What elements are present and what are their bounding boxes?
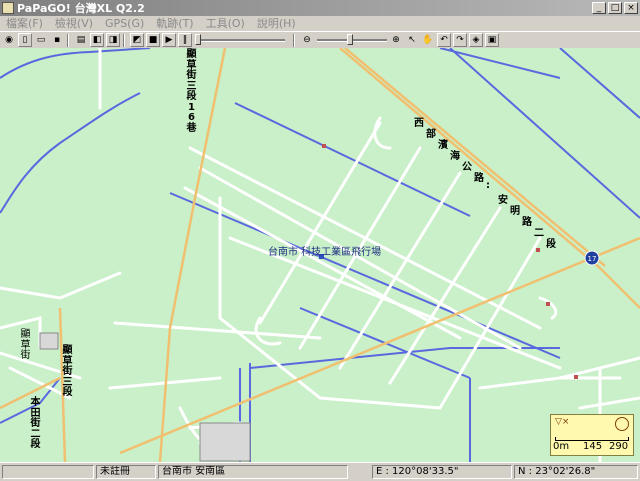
print-icon[interactable]: ▤ <box>74 33 88 47</box>
road-label-char: 路 <box>474 173 484 184</box>
back-icon[interactable]: ◧ <box>90 33 104 47</box>
road-label-char: 段 <box>30 439 41 450</box>
menu-file[interactable]: 檔案(F) <box>0 15 49 31</box>
zoom-slider[interactable] <box>317 33 387 47</box>
road-label-char: 巷 <box>186 122 197 134</box>
save-icon[interactable]: ▪ <box>50 33 64 47</box>
map-view[interactable]: 17 台南市 科技工業區飛行場 西部濱海公路:安明路二段 顯草街三段16巷 顯草… <box>0 48 640 462</box>
new-file-icon[interactable]: ▯ <box>18 33 32 47</box>
road-label-char: 路 <box>522 217 532 228</box>
status-bar: 未註冊 台南市 安南區 E : 120°08'33.5" N : 23°02'2… <box>0 462 640 481</box>
road-label-char: 段 <box>186 91 197 102</box>
menu-gps[interactable]: GPS(G) <box>99 17 150 30</box>
road-label-char: 顯 <box>20 329 31 340</box>
north-arrow-icon[interactable] <box>615 417 629 431</box>
road-label-char: 公 <box>462 162 472 173</box>
road-label-char: 海 <box>450 151 460 162</box>
status-north: N : 23°02'26.8" <box>514 465 638 479</box>
road-label-char: 濱 <box>438 140 448 151</box>
maximize-button[interactable]: □ <box>608 2 622 14</box>
pause-icon[interactable]: ‖ <box>178 33 192 47</box>
road-label-char: 街 <box>30 418 41 429</box>
status-east: E : 120°08'33.5" <box>372 465 512 479</box>
track-record-icon[interactable]: ◩ <box>130 33 144 47</box>
view-3d-icon[interactable]: ◈ <box>469 33 483 47</box>
road-label-char: 段 <box>62 387 73 398</box>
menu-view[interactable]: 檢視(V) <box>49 15 99 31</box>
menu-tools[interactable]: 工具(O) <box>200 15 251 31</box>
menu-track[interactable]: 軌跡(T) <box>150 15 199 31</box>
road-label-top-lane: 顯草街三段16巷 <box>186 49 197 134</box>
road-label-char: 部 <box>426 129 436 140</box>
title-bar: PaPaGO! 台灣XL Q2.2 _ □ × <box>0 0 640 16</box>
stop-icon[interactable]: ■ <box>146 33 160 47</box>
forward-icon[interactable]: ◨ <box>106 33 120 47</box>
road-label-left-b: 顯草街三段 <box>62 345 73 399</box>
road-label-char: 段 <box>546 239 556 250</box>
road-label-char: 6 <box>188 112 195 123</box>
road-label-left-a: 顯草街 <box>20 329 31 362</box>
scale-label-1: 145 <box>583 441 603 452</box>
status-registration: 未註冊 <box>96 465 156 479</box>
scale-label-2: 290 <box>609 441 629 452</box>
place-label[interactable]: 台南市 科技工業區飛行場 <box>268 243 381 258</box>
rotate-right-icon[interactable]: ↷ <box>453 33 467 47</box>
toolbar: ◉ ▯ ▭ ▪ ▤ ◧ ◨ ◩ ■ ▶ ‖ ⊖ ⊕ ↖ ✋ ↶ ↷ ◈ ▣ <box>0 31 640 49</box>
road-label-char: 二 <box>534 228 544 239</box>
road-label-char: 顯 <box>186 49 197 60</box>
fullscreen-icon[interactable]: ▣ <box>485 33 499 47</box>
road-label-char: 明 <box>510 206 520 217</box>
road-label-char: 顯 <box>62 345 73 356</box>
route-badge-text: 17 <box>588 255 597 263</box>
road-label-char: : <box>486 180 490 191</box>
pointer-icon[interactable]: ↖ <box>405 33 419 47</box>
menu-bar: 檔案(F) 檢視(V) GPS(G) 軌跡(T) 工具(O) 說明(H) <box>0 15 640 31</box>
playback-slider[interactable] <box>195 33 285 47</box>
scale-box: ▽× 0m 145 290 <box>550 414 634 456</box>
road-label-char: 本 <box>30 397 41 408</box>
status-blank <box>2 465 94 479</box>
play-icon[interactable]: ▶ <box>162 33 176 47</box>
zoom-out-icon[interactable]: ⊖ <box>300 33 314 47</box>
app-icon <box>2 2 14 14</box>
compass-icon: ▽× <box>555 417 570 427</box>
pan-hand-icon[interactable]: ✋ <box>421 33 435 47</box>
road-label-char: 街 <box>186 70 197 81</box>
road-label-char: 街 <box>62 366 73 377</box>
rotate-left-icon[interactable]: ↶ <box>437 33 451 47</box>
window-title: PaPaGO! 台灣XL Q2.2 <box>17 2 145 15</box>
close-button[interactable]: × <box>624 2 638 14</box>
gps-icon[interactable]: ◉ <box>2 33 16 47</box>
road-label-left-c: 本田街二段 <box>30 397 41 451</box>
road-label-char: 安 <box>498 195 508 206</box>
menu-help[interactable]: 說明(H) <box>251 15 302 31</box>
zoom-in-icon[interactable]: ⊕ <box>389 33 403 47</box>
road-label-char: 街 <box>20 350 31 361</box>
road-label-char: 西 <box>414 118 424 129</box>
open-folder-icon[interactable]: ▭ <box>34 33 48 47</box>
status-city: 台南市 安南區 <box>158 465 348 479</box>
scale-label-0: 0m <box>553 441 570 452</box>
minimize-button[interactable]: _ <box>592 2 606 14</box>
